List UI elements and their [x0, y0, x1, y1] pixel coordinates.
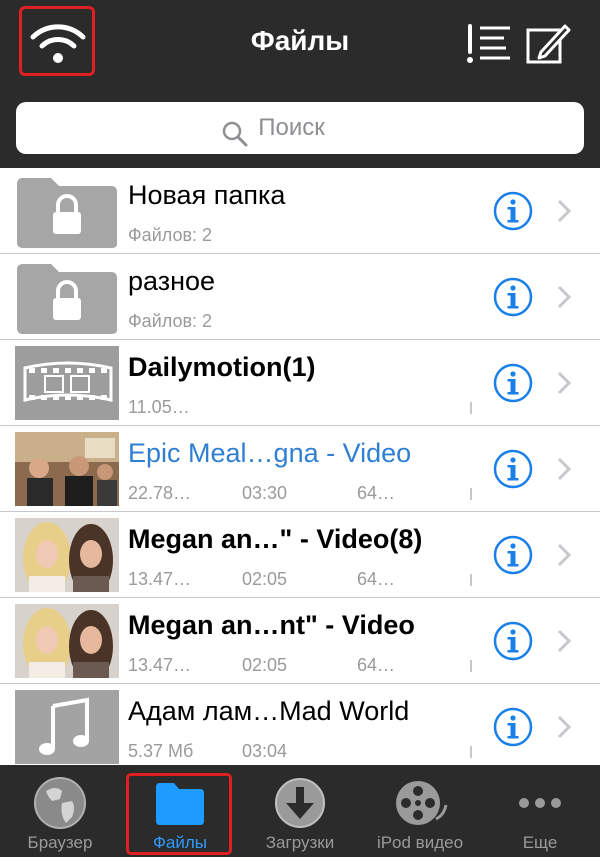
file-name: Dailymotion(1) [128, 352, 316, 382]
tab-bar: Браузер Файлы Загрузки iPod видео Еще [0, 765, 600, 857]
file-name: Epic Meal…gna - Video [128, 438, 412, 468]
progress-marker [470, 488, 472, 500]
info-button[interactable] [493, 191, 533, 231]
file-duration: 02:05 [242, 655, 288, 675]
chevron-right-icon[interactable] [556, 284, 572, 310]
tab-label: Файлы [152, 833, 207, 852]
tab-folder[interactable]: Файлы [120, 765, 240, 857]
more-icon [512, 775, 568, 831]
chevron-right-icon[interactable] [556, 456, 572, 482]
tab-label: iPod видео [376, 833, 464, 852]
music-note-icon [15, 690, 119, 764]
edit-icon [526, 24, 571, 64]
info-button[interactable] [493, 707, 533, 747]
video-thumbnail [15, 432, 119, 506]
file-size: Файлов: 2 [128, 225, 213, 245]
file-row[interactable]: Dailymotion(1) 11.05… [0, 340, 600, 426]
sort-button[interactable] [462, 22, 514, 66]
file-row[interactable]: разное Файлов: 2 [0, 254, 600, 340]
file-row[interactable]: Megan an…nt" - Video 13.47… 02:05 64… [0, 598, 600, 684]
tab-globe[interactable]: Браузер [0, 765, 120, 857]
folder-lock-icon [15, 260, 119, 334]
sort-list-icon [467, 24, 510, 63]
file-row[interactable]: Новая папка Файлов: 2 [0, 168, 600, 254]
info-icon [493, 707, 533, 751]
file-bitrate: 64… [357, 483, 396, 503]
file-duration: 03:30 [242, 483, 288, 503]
tab-label: Еще [522, 833, 558, 852]
info-icon [493, 449, 533, 493]
progress-marker [470, 746, 472, 758]
info-button[interactable] [493, 621, 533, 661]
chevron-right-icon[interactable] [556, 628, 572, 654]
file-size: 22.78… [128, 483, 192, 503]
progress-marker [470, 660, 472, 672]
search-field[interactable] [16, 102, 584, 154]
file-size: Файлов: 2 [128, 311, 213, 331]
edit-button[interactable] [525, 22, 571, 66]
file-bitrate: 64… [357, 655, 396, 675]
file-duration: 02:05 [242, 569, 288, 589]
tab-download[interactable]: Загрузки [240, 765, 360, 857]
file-size: 13.47… [128, 655, 192, 675]
navigation-bar: Файлы [0, 0, 600, 90]
film-strip-icon [15, 346, 119, 420]
video-thumbnail [15, 604, 119, 678]
info-button[interactable] [493, 363, 533, 403]
download-icon [272, 775, 328, 831]
search-icon [222, 121, 248, 147]
chevron-right-icon[interactable] [556, 542, 572, 568]
info-icon [493, 363, 533, 407]
video-thumbnail [15, 518, 119, 592]
info-icon [493, 535, 533, 579]
file-name: Megan an…nt" - Video [128, 610, 415, 640]
progress-marker [470, 402, 472, 414]
folder-icon [152, 775, 208, 831]
search-bar [0, 90, 600, 168]
tab-label: Загрузки [265, 833, 335, 852]
file-list: Новая папка Файлов: 2 разное Файлов: 2 Daily… [0, 168, 600, 764]
progress-marker [470, 574, 472, 586]
tab-label: Браузер [27, 833, 93, 852]
info-icon [493, 191, 533, 235]
file-row[interactable]: Адам лам…Mad World 5.37 Мб 03:04 [0, 684, 600, 764]
file-row[interactable]: Epic Meal…gna - Video 22.78… 03:30 64… [0, 426, 600, 512]
file-row[interactable]: Megan an…" - Video(8) 13.47… 02:05 64… [0, 512, 600, 598]
file-name: Новая папка [128, 180, 286, 210]
chevron-right-icon[interactable] [556, 714, 572, 740]
file-size: 13.47… [128, 569, 192, 589]
folder-lock-icon [15, 174, 119, 248]
tab-more[interactable]: Еще [480, 765, 600, 857]
info-button[interactable] [493, 535, 533, 575]
file-name: разное [128, 266, 216, 296]
search-input[interactable] [258, 102, 379, 154]
file-bitrate: 64… [357, 569, 396, 589]
chevron-right-icon[interactable] [556, 198, 572, 224]
file-name: Megan an…" - Video(8) [128, 524, 423, 554]
info-button[interactable] [493, 449, 533, 489]
info-icon [493, 277, 533, 321]
file-duration: 03:04 [242, 741, 288, 761]
file-size: 5.37 Мб [128, 741, 194, 761]
info-icon [493, 621, 533, 665]
file-name: Адам лам…Mad World [128, 696, 410, 726]
tab-film-reel[interactable]: iPod видео [360, 765, 480, 857]
chevron-right-icon[interactable] [556, 370, 572, 396]
info-button[interactable] [493, 277, 533, 317]
film-reel-icon [392, 775, 448, 831]
globe-icon [32, 775, 88, 831]
file-size: 11.05… [128, 397, 190, 417]
